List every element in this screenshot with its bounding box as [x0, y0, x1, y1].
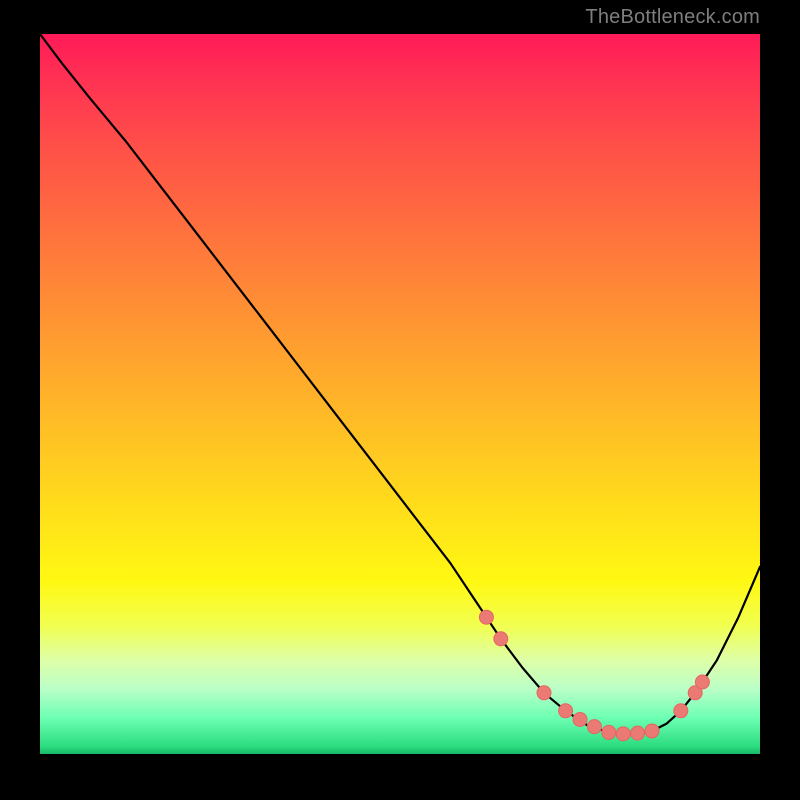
- marker-point: [695, 675, 709, 689]
- bottleneck-curve: [40, 34, 760, 734]
- plot-area: [40, 34, 760, 754]
- chart-frame: TheBottleneck.com: [0, 0, 800, 800]
- marker-point: [645, 724, 659, 738]
- marker-point: [631, 726, 645, 740]
- marker-point: [573, 712, 587, 726]
- marker-point: [602, 725, 616, 739]
- marker-group: [479, 610, 709, 741]
- marker-point: [616, 727, 630, 741]
- curve-layer: [40, 34, 760, 754]
- watermark-text: TheBottleneck.com: [585, 6, 760, 29]
- marker-point: [479, 610, 493, 624]
- marker-point: [587, 720, 601, 734]
- marker-point: [559, 704, 573, 718]
- marker-point: [494, 632, 508, 646]
- marker-point: [537, 686, 551, 700]
- marker-point: [674, 704, 688, 718]
